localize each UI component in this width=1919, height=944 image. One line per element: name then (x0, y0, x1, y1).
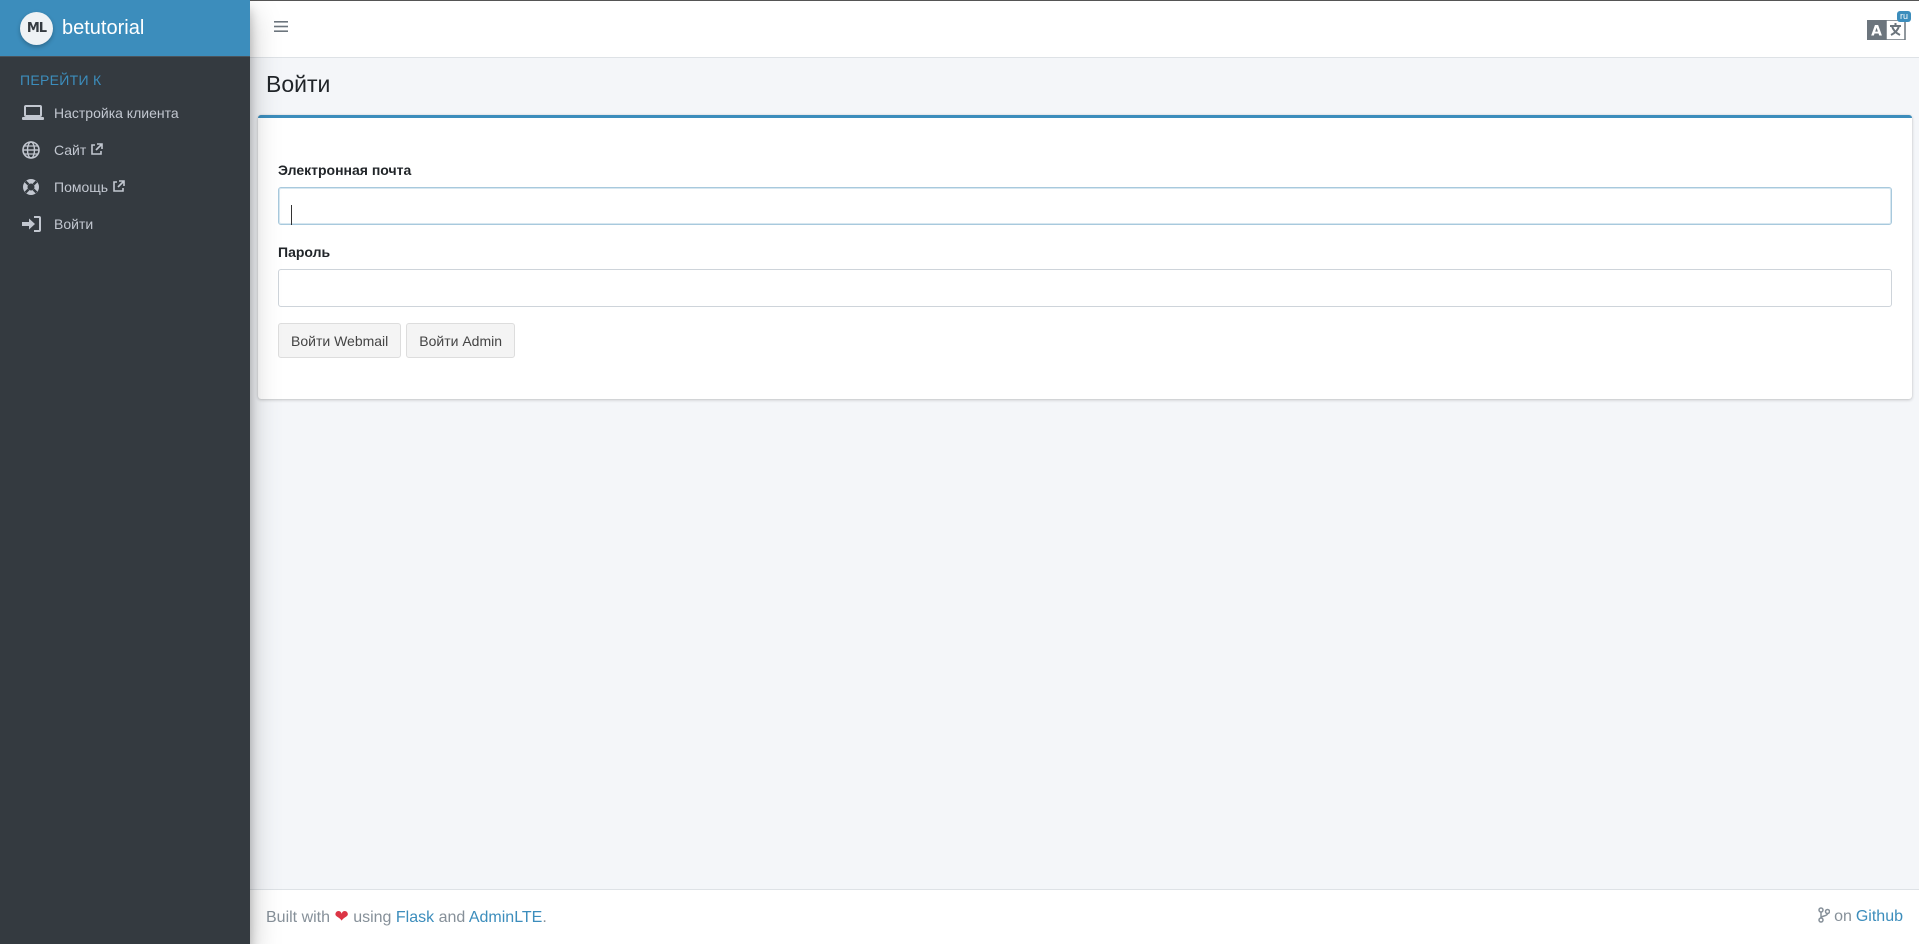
svg-text:A: A (1871, 23, 1882, 39)
globe-icon (22, 140, 46, 160)
brand-logo-text: ML (26, 20, 47, 36)
nav-header: ПЕРЕЙТИ К (20, 72, 102, 88)
login-card: Электронная почта Пароль Войти Webmail В… (258, 115, 1912, 399)
language-badge: ru (1896, 10, 1911, 22)
laptop-icon (22, 103, 46, 123)
sidebar-item-login[interactable]: Войти (0, 205, 250, 242)
sidebar-item-site[interactable]: Сайт (0, 131, 250, 168)
heart-icon: ❤ (334, 907, 349, 926)
email-input[interactable] (278, 187, 1892, 225)
footer: Built with ❤ using Flask and AdminLTE. o… (250, 889, 1919, 944)
footer-github: on Github (1818, 906, 1903, 928)
external-link-icon (90, 143, 104, 156)
email-field-group: Электронная почта (278, 162, 1892, 225)
footer-on: on (1834, 908, 1852, 925)
sidebar-item-label: Помощь (54, 178, 109, 195)
life-ring-icon (22, 177, 46, 197)
external-link-icon (112, 180, 125, 193)
adminlte-link[interactable]: AdminLTE (469, 909, 543, 926)
menu-toggle-button[interactable] (274, 20, 288, 38)
top-navbar: A ru (250, 0, 1919, 58)
footer-and: and (438, 909, 466, 926)
login-webmail-button[interactable]: Войти Webmail (278, 323, 402, 358)
footer-period: . (542, 909, 547, 926)
text-cursor (291, 205, 292, 225)
footer-built-with: Built with (266, 909, 331, 926)
github-link[interactable]: Github (1856, 908, 1903, 926)
hamburger-icon (274, 20, 288, 38)
sidebar-item-label: Сайт (54, 141, 87, 158)
sidebar-item-help[interactable]: Помощь (0, 168, 250, 205)
sidebar-item-label: Войти (54, 215, 94, 232)
password-label: Пароль (278, 244, 331, 260)
language-switcher[interactable]: A ru (1867, 10, 1911, 45)
code-branch-icon (1818, 906, 1831, 928)
sidebar-item-label: Настройка клиента (54, 104, 179, 121)
brand-name: betutorial (62, 16, 145, 39)
footer-using: using (353, 909, 392, 926)
brand-link[interactable]: ML betutorial (0, 0, 250, 57)
login-buttons: Войти Webmail Войти Admin (278, 323, 1892, 358)
login-admin-button[interactable]: Войти Admin (406, 323, 516, 358)
email-label: Электронная почта (278, 162, 412, 178)
password-input[interactable] (278, 269, 1892, 307)
sidebar: ML betutorial ПЕРЕЙТИ К Настройка клиент… (0, 0, 250, 944)
brand-logo: ML (20, 11, 53, 45)
language-icon: A (1867, 18, 1907, 45)
sign-in-icon (22, 214, 46, 234)
sidebar-item-client-setup[interactable]: Настройка клиента (0, 94, 250, 131)
password-field-group: Пароль (278, 244, 1892, 307)
page-title: Войти (266, 71, 331, 97)
footer-credits: Built with ❤ using Flask and AdminLTE. (266, 907, 547, 927)
main-content: Войти Электронная почта Пароль Войти Web… (250, 58, 1919, 399)
flask-link[interactable]: Flask (396, 909, 434, 926)
